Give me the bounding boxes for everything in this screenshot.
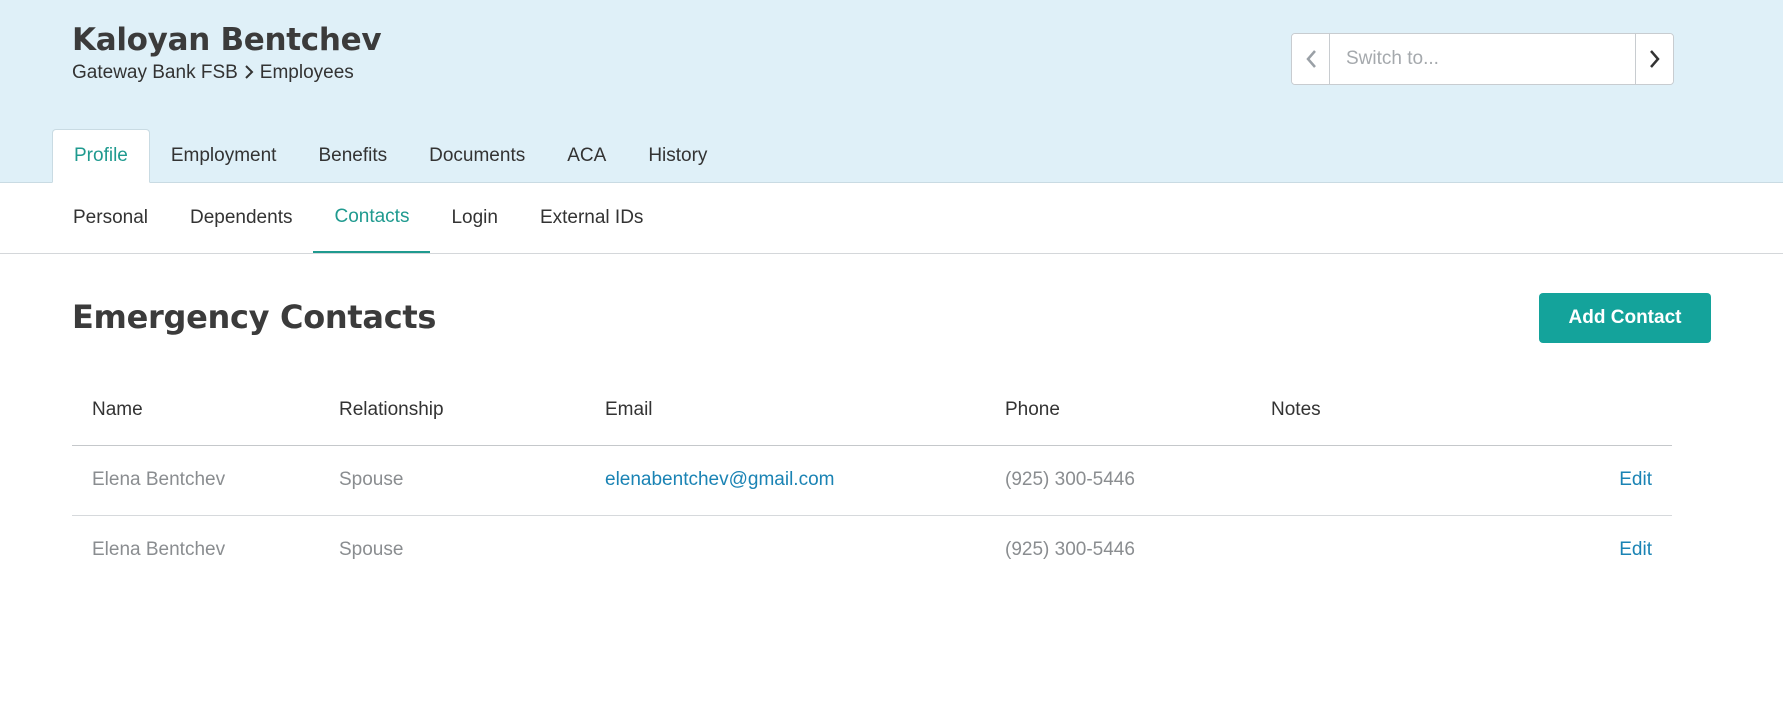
switch-to-input[interactable] <box>1330 34 1635 84</box>
column-header-phone: Phone <box>985 376 1251 446</box>
next-button[interactable] <box>1635 34 1673 84</box>
page-title: Kaloyan Bentchev <box>72 22 382 58</box>
column-header-relationship: Relationship <box>319 376 585 446</box>
contact-name: Elena Bentchev <box>92 539 226 561</box>
tab-profile[interactable]: Profile <box>52 129 150 183</box>
table-row: Elena Bentchev Spouse (925) 300-5446 Edi… <box>72 515 1672 585</box>
page-header: Kaloyan Bentchev Gateway Bank FSB Employ… <box>0 0 1783 183</box>
employee-switcher <box>1291 33 1674 85</box>
subtab-login[interactable]: Login <box>430 183 519 253</box>
contact-relationship: Spouse <box>319 445 585 516</box>
subtab-dependents[interactable]: Dependents <box>169 183 313 253</box>
tab-documents[interactable]: Documents <box>408 129 546 183</box>
edit-contact-link[interactable]: Edit <box>1551 445 1672 516</box>
contact-notes <box>1251 445 1551 516</box>
edit-contact-link[interactable]: Edit <box>1551 515 1672 585</box>
contact-relationship: Spouse <box>339 539 404 561</box>
breadcrumb-company[interactable]: Gateway Bank FSB <box>72 62 238 84</box>
column-header-email: Email <box>585 376 985 446</box>
breadcrumb-section[interactable]: Employees <box>260 62 354 84</box>
contacts-table: Name Relationship Email Phone Notes Elen… <box>72 376 1672 585</box>
main-tabs: Profile Employment Benefits Documents AC… <box>52 129 728 183</box>
contact-email-link[interactable]: elenabentchev@gmail.com <box>585 445 985 516</box>
chevron-right-icon <box>244 63 254 84</box>
contact-email-link[interactable] <box>585 515 985 585</box>
tab-aca[interactable]: ACA <box>546 129 627 183</box>
column-header-actions <box>1551 376 1672 446</box>
contact-name: Elena Bentchev <box>72 445 319 516</box>
tab-history[interactable]: History <box>627 129 728 183</box>
tab-employment[interactable]: Employment <box>150 129 298 183</box>
column-header-name: Name <box>72 376 319 446</box>
breadcrumb: Gateway Bank FSB Employees <box>72 62 381 84</box>
section-header: Emergency Contacts Add Contact <box>72 254 1711 376</box>
chevron-left-icon <box>1305 50 1316 68</box>
sub-tabs: Personal Dependents Contacts Login Exter… <box>0 183 1783 254</box>
subtab-contacts[interactable]: Contacts <box>313 183 431 253</box>
contact-notes <box>1251 515 1551 585</box>
title-block: Kaloyan Bentchev Gateway Bank FSB Employ… <box>72 22 382 84</box>
tab-benefits[interactable]: Benefits <box>297 129 408 183</box>
contact-phone: (925) 300-5446 <box>1005 539 1135 561</box>
contact-phone: (925) 300-5446 <box>985 445 1251 516</box>
column-header-notes: Notes <box>1251 376 1551 446</box>
table-row: Elena Bentchev Spouse elenabentchev@gmai… <box>72 445 1672 516</box>
table-header-row: Name Relationship Email Phone Notes <box>72 376 1672 446</box>
add-contact-button[interactable]: Add Contact <box>1539 293 1711 343</box>
previous-button[interactable] <box>1292 34 1330 84</box>
subtab-external-ids[interactable]: External IDs <box>519 183 664 253</box>
contacts-section: Emergency Contacts Add Contact Name Rela… <box>0 254 1783 585</box>
subtab-personal[interactable]: Personal <box>52 183 169 253</box>
section-title: Emergency Contacts <box>72 298 437 336</box>
chevron-right-icon <box>1649 50 1660 68</box>
